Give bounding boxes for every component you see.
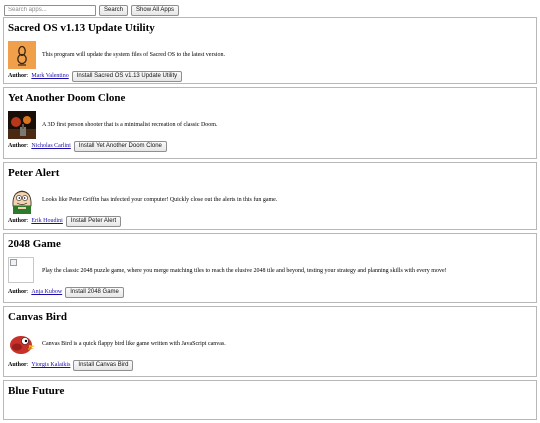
app-description: Looks like Peter Griffin has infected yo… — [42, 197, 278, 203]
search-button[interactable]: Search — [99, 4, 129, 16]
author-link[interactable]: Yiorgis Kalaikis — [31, 362, 70, 368]
app-card: Yet Another Doom Clone A 3D first person… — [3, 87, 537, 159]
app-description: Play the classic 2048 puzzle game, where… — [42, 268, 447, 274]
install-button[interactable]: Install Yet Another Doom Clone — [73, 140, 167, 152]
app-title: Blue Future — [8, 385, 65, 397]
search-bar: Search Show All Apps — [4, 3, 180, 17]
author-link[interactable]: Anja Kubow — [31, 289, 62, 295]
app-card: Peter Alert Looks like Peter Griffin has… — [3, 162, 537, 230]
doom-clone-icon — [8, 111, 36, 139]
app-title: Yet Another Doom Clone — [8, 92, 126, 104]
author-label: Author — [8, 362, 27, 368]
author-link[interactable]: Erik Houdini — [31, 218, 63, 224]
app-description: This program will update the system file… — [42, 52, 225, 58]
app-description: A 3D first person shooter that is a mini… — [42, 122, 218, 128]
author-label: Author — [8, 143, 27, 149]
author-label: Author — [8, 218, 27, 224]
bird-icon — [8, 330, 36, 358]
broken-image-icon — [8, 257, 36, 285]
app-title: Canvas Bird — [8, 311, 67, 323]
show-all-apps-button[interactable]: Show All Apps — [131, 4, 180, 16]
app-title: Sacred OS v1.13 Update Utility — [8, 22, 155, 34]
peter-griffin-icon — [8, 186, 36, 214]
author-label: Author — [8, 289, 27, 295]
install-button[interactable]: Install 2048 Game — [65, 286, 124, 298]
sacred-os-icon — [8, 41, 36, 69]
author-link[interactable]: Nicholas Carlini — [31, 143, 71, 149]
app-title: Peter Alert — [8, 167, 60, 179]
app-title: 2048 Game — [8, 238, 61, 250]
app-card: Canvas Bird Canvas Bird is a quick flapp… — [3, 306, 537, 377]
search-input[interactable] — [4, 4, 96, 16]
author-label: Author — [8, 73, 27, 79]
install-button[interactable]: Install Peter Alert — [65, 215, 122, 227]
author-link[interactable]: Mark Valentino — [31, 73, 68, 79]
app-card: Blue Future — [3, 380, 537, 420]
app-description: Canvas Bird is a quick flappy bird like … — [42, 341, 226, 347]
app-list: Sacred OS v1.13 Update Utility This prog… — [3, 17, 537, 423]
app-card: Sacred OS v1.13 Update Utility This prog… — [3, 17, 537, 84]
install-button[interactable]: Install Canvas Bird — [73, 359, 134, 371]
app-card: 2048 Game Play the classic 2048 puzzle g… — [3, 233, 537, 303]
install-button[interactable]: Install Sacred OS v1.13 Update Utility — [71, 70, 183, 82]
